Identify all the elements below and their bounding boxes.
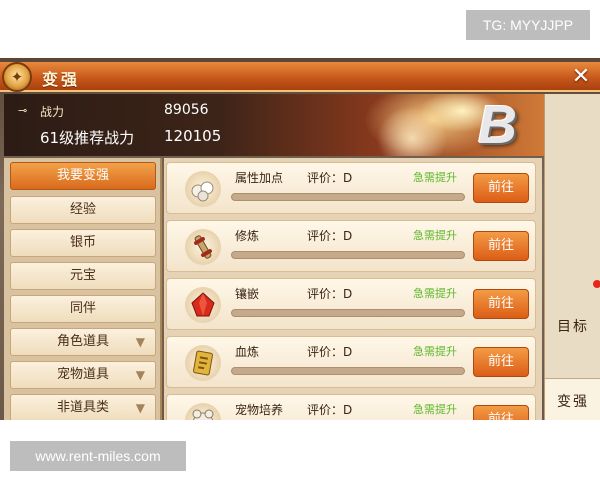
- red-gem-icon: [185, 287, 221, 323]
- upgrade-name: 修炼: [235, 229, 260, 243]
- category-item-label: 角色道具: [56, 334, 109, 349]
- upgrade-row-blood-refine: 血炼 评价：D 急需提升 前往: [166, 336, 536, 388]
- upgrade-name: 镶嵌: [235, 287, 260, 301]
- tg-watermark: TG: MYYJJPP: [466, 10, 590, 40]
- go-button[interactable]: 前往: [473, 173, 529, 203]
- upgrade-name: 宠物培养: [235, 403, 284, 417]
- urgent-status: 急需提升: [413, 229, 457, 242]
- progress-bar: [231, 251, 465, 259]
- recommended-power-value: 120105: [164, 127, 222, 145]
- grade-badge: B: [478, 95, 517, 155]
- go-button[interactable]: 前往: [473, 231, 529, 261]
- category-item-label: 同伴: [69, 301, 96, 316]
- category-item-silver[interactable]: 银币: [10, 229, 156, 257]
- upgrade-rating: 评价：D: [307, 229, 353, 243]
- go-button[interactable]: 前往: [473, 405, 529, 420]
- go-button[interactable]: 前往: [473, 289, 529, 319]
- power-arrow-icon: ⊸: [18, 104, 28, 117]
- upgrade-rating: 评价：D: [307, 171, 353, 185]
- power-value: 89056: [164, 102, 209, 118]
- category-item-pet-items[interactable]: 宠物道具 ▼: [10, 361, 156, 389]
- upgrade-row-cultivation: 修炼 评价：D 急需提升 前往: [166, 220, 536, 272]
- scroll-icon: [185, 229, 221, 265]
- progress-bar: [231, 193, 465, 201]
- pearls-icon: [185, 171, 221, 207]
- window-title: 变强: [42, 70, 81, 89]
- category-item-label: 银币: [69, 235, 96, 250]
- category-item-label: 元宝: [69, 268, 96, 283]
- shield-emblem-icon: ✦: [2, 62, 32, 92]
- category-item-label: 经验: [69, 202, 96, 217]
- recommended-power-label: 61级推荐战力: [40, 129, 135, 147]
- close-icon[interactable]: ✕: [568, 64, 594, 90]
- chevron-down-icon: ▼: [135, 335, 145, 349]
- category-item-label: 宠物道具: [56, 367, 109, 382]
- game-window: ✦ 变强 ✕ ⊸ 战力 89056 61级推荐战力 120105 B 我要变强 …: [0, 58, 600, 420]
- urgent-status: 急需提升: [413, 287, 457, 300]
- notification-dot: [593, 280, 600, 288]
- category-list[interactable]: 我要变强 经验 银币 元宝 同伴 角色道具 ▼ 宠物道具 ▼ 非道具类 ▼: [4, 158, 162, 420]
- urgent-status: 急需提升: [413, 345, 457, 358]
- tab-goals[interactable]: 目标: [545, 304, 600, 350]
- category-item-experience[interactable]: 经验: [10, 196, 156, 224]
- pet-icon: [185, 403, 221, 420]
- upgrade-row-attributes: 属性加点 评价：D 急需提升 前往: [166, 162, 536, 214]
- upgrade-rating: 评价：D: [307, 287, 353, 301]
- upgrade-name: 血炼: [235, 345, 260, 359]
- category-item-become-stronger[interactable]: 我要变强: [10, 162, 156, 190]
- urgent-status: 急需提升: [413, 171, 457, 184]
- go-button[interactable]: 前往: [473, 347, 529, 377]
- upgrade-rating: 评价：D: [307, 345, 353, 359]
- category-item-non-items[interactable]: 非道具类 ▼: [10, 394, 156, 420]
- category-item-label: 非道具类: [56, 400, 109, 415]
- category-item-label: 我要变强: [56, 168, 109, 183]
- chevron-down-icon: ▼: [135, 401, 145, 415]
- title-bar: ✦ 变强 ✕: [0, 62, 600, 92]
- golden-rune-icon: [185, 345, 221, 381]
- category-item-character-items[interactable]: 角色道具 ▼: [10, 328, 156, 356]
- url-watermark: www.rent-miles.com: [10, 441, 186, 471]
- upgrade-row-pet-training: 宠物培养 评价：D 急需提升 前往: [166, 394, 536, 420]
- tab-become-stronger[interactable]: 变强: [545, 378, 600, 420]
- right-tab-bar: 目标 变强: [544, 94, 600, 420]
- urgent-status: 急需提升: [413, 403, 457, 416]
- progress-bar: [231, 309, 465, 317]
- category-item-companion[interactable]: 同伴: [10, 295, 156, 323]
- upgrade-row-inlay: 镶嵌 评价：D 急需提升 前往: [166, 278, 536, 330]
- progress-bar: [231, 367, 465, 375]
- upgrade-name: 属性加点: [235, 171, 284, 185]
- upgrade-rating: 评价：D: [307, 403, 353, 417]
- category-item-ingot[interactable]: 元宝: [10, 262, 156, 290]
- power-label: 战力: [40, 105, 65, 119]
- chevron-down-icon: ▼: [135, 368, 145, 382]
- screenshot-canvas: TG: MYYJJPP ✦ 变强 ✕ ⊸ 战力 89056 61级推荐战力 12…: [0, 0, 600, 480]
- upgrade-list[interactable]: 属性加点 评价：D 急需提升 前往 修炼 评价：D 急需提升 前往 镶嵌 评价：…: [164, 158, 542, 420]
- power-banner: ⊸ 战力 89056 61级推荐战力 120105 B: [4, 94, 544, 156]
